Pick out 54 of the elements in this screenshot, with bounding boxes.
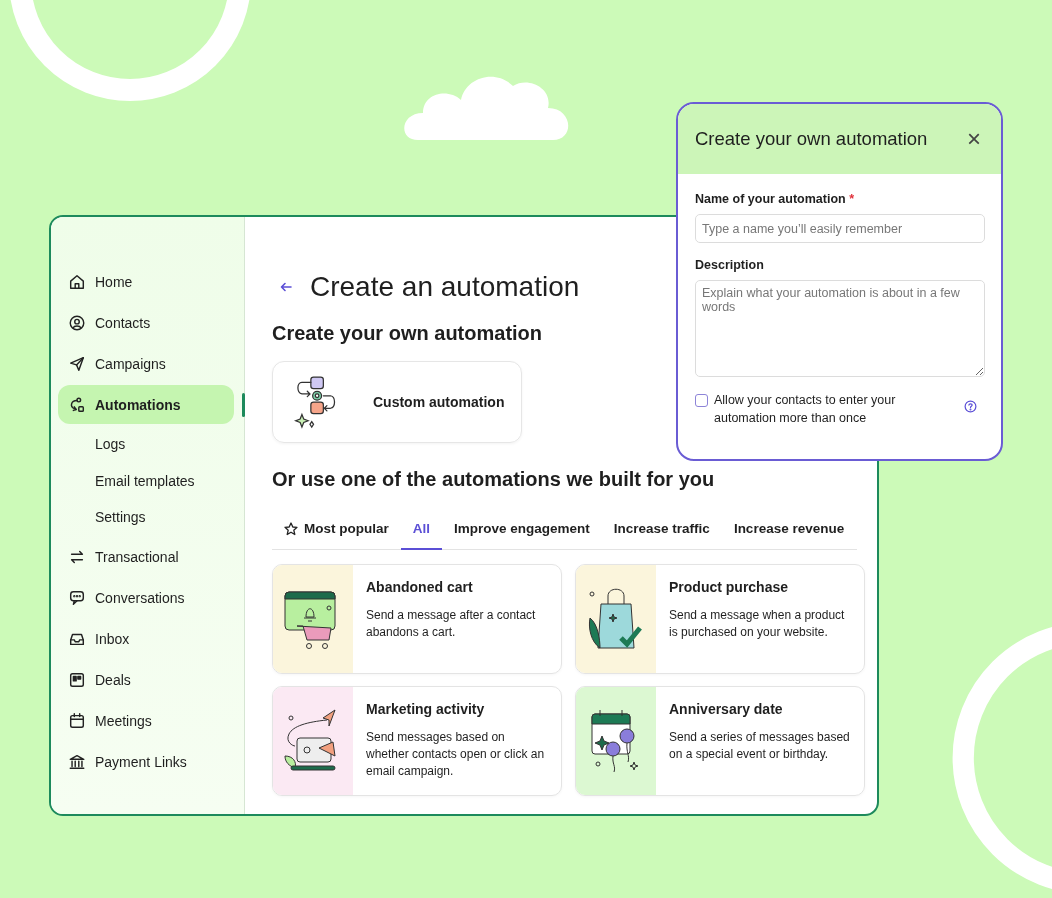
section-heading: Create your own automation [272, 321, 544, 346]
template-description: Send a series of messages based on a special event or birthday. [669, 729, 851, 763]
sidebar-item[interactable]: Conversations [58, 578, 234, 618]
sidebar-item[interactable]: Campaigns [58, 344, 234, 383]
automation-icon [68, 395, 86, 414]
back-arrow-icon[interactable] [280, 282, 292, 292]
section-heading: Or use one of the automations we built for you [272, 467, 716, 492]
close-button[interactable]: × [963, 127, 985, 151]
sidebar-subitem[interactable]: Email templates [51, 462, 244, 499]
template-card[interactable]: Product purchase Send a message when a product is purchased on your website. [575, 564, 865, 674]
filter-tab[interactable]: Most popular [284, 510, 401, 550]
swap-icon [68, 548, 86, 566]
template-card[interactable]: Abandoned cart Send a message after a contact abandons a cart. [272, 564, 562, 674]
sidebar-item[interactable]: Meetings [58, 701, 234, 741]
send-icon [68, 354, 86, 373]
chat-icon [68, 589, 86, 607]
template-card[interactable]: Marketing activity Send messages based on whether contacts open or click an email campaign. [272, 686, 562, 796]
filter-tab[interactable]: Increase traffic [601, 510, 722, 550]
sidebar-item[interactable]: Home [58, 262, 234, 301]
star-icon [284, 521, 298, 536]
sidebar-item[interactable]: Transactional [58, 537, 234, 577]
board-icon [68, 671, 86, 689]
sidebar-item[interactable]: Payment Links [58, 742, 234, 782]
template-title: Abandoned cart [366, 579, 474, 595]
template-title: Marketing activity [366, 701, 486, 717]
filter-tab[interactable]: Increase revenue [721, 510, 857, 550]
template-title: Product purchase [669, 579, 790, 595]
field-label: Name of your automation * [695, 192, 856, 206]
template-title: Anniversary date [669, 701, 784, 717]
active-indicator [242, 393, 245, 417]
sidebar-item[interactable]: Contacts [58, 303, 234, 342]
sidebar-subitem[interactable]: Settings [51, 499, 244, 536]
template-description: Send messages based on whether contacts open or click an email campaign. [366, 729, 546, 780]
help-icon[interactable] [964, 400, 977, 413]
checkbox-label: Allow your contacts to enter your automation more than once [714, 392, 897, 427]
contact-icon [68, 313, 86, 332]
calendar-icon [68, 712, 86, 730]
page-title: Create an automation [310, 270, 580, 304]
home-icon [68, 272, 86, 291]
sidebar-subitem[interactable]: Logs [51, 426, 244, 463]
bank-icon [68, 753, 86, 771]
field-label: Description [695, 258, 765, 272]
template-card[interactable]: Anniversary date Send a series of messages based on a special event or birthday. [575, 686, 865, 796]
filter-tab[interactable]: All [400, 510, 442, 550]
checkbox[interactable] [695, 394, 708, 407]
description-textarea[interactable]: Explain what your automation is about in a few words [695, 280, 985, 377]
sidebar-item[interactable]: Inbox [58, 619, 234, 659]
name-input-field[interactable]: Type a name you’ll easily remember [695, 214, 985, 243]
template-description: Send a message after a contact abandons a cart. [366, 607, 537, 641]
template-description: Send a message when a product is purchased on your website. [669, 607, 846, 641]
custom-automation-card[interactable]: Custom automation [272, 361, 522, 443]
filter-tab[interactable]: Improve engagement [442, 510, 602, 550]
dialog-title: Create your own automation [695, 128, 928, 150]
sidebar-item[interactable]: Deals [58, 660, 234, 700]
